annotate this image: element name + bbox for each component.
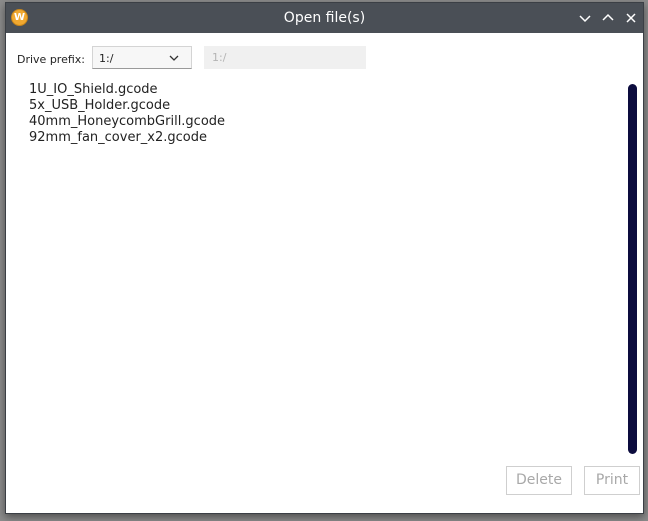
drive-prefix-input[interactable] [204,46,366,69]
maximize-icon [602,13,614,21]
file-list-scrollbar[interactable] [628,84,637,454]
delete-button[interactable]: Delete [506,466,572,495]
drive-prefix-selected-value: 1:/ [99,52,114,65]
window-title: Open file(s) [283,10,366,26]
file-list[interactable]: 1U_IO_Shield.gcode 5x_USB_Holder.gcode 4… [29,82,225,146]
chevron-down-icon [169,55,179,61]
maximize-button[interactable] [600,10,616,26]
print-button[interactable]: Print [584,466,640,495]
minimize-icon [579,15,591,23]
drive-prefix-label: Drive prefix: [17,53,85,66]
close-icon [626,13,636,23]
dialog-content: Drive prefix: 1:/ 1U_IO_Shield.gcode 5x_… [6,33,643,513]
file-list-item[interactable]: 92mm_fan_cover_x2.gcode [29,130,225,146]
open-files-dialog: W Open file(s) Drive prefix: 1:/ 1:/ 1U_… [5,2,644,514]
file-list-item[interactable]: 40mm_HoneycombGrill.gcode [29,114,225,130]
close-button[interactable] [623,10,639,26]
drive-prefix-select[interactable]: 1:/ [92,46,192,69]
file-list-item[interactable]: 5x_USB_Holder.gcode [29,98,225,114]
file-list-item[interactable]: 1U_IO_Shield.gcode [29,82,225,98]
minimize-button[interactable] [577,10,593,26]
title-bar[interactable]: W Open file(s) [6,3,643,33]
